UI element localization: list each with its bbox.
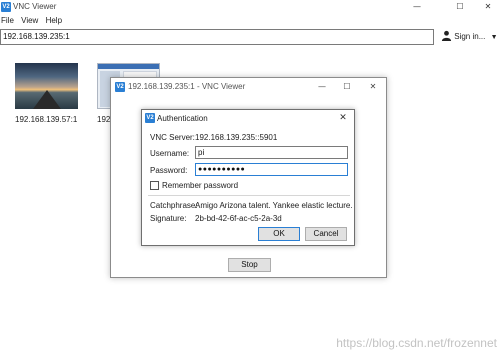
auth-titlebar: V2 Authentication ✕ bbox=[142, 110, 354, 127]
menu-help[interactable]: Help bbox=[46, 14, 62, 27]
remember-password-checkbox[interactable] bbox=[150, 181, 159, 190]
connection-window-titlebar: V2 192.168.139.235:1 - VNC Viewer — ☐ ✕ bbox=[111, 78, 386, 95]
minimize-icon[interactable]: — bbox=[312, 80, 332, 94]
sign-in-label: Sign in... bbox=[454, 32, 486, 41]
auth-title: Authentication bbox=[157, 114, 208, 123]
menu-file[interactable]: File bbox=[1, 14, 14, 27]
maximize-icon[interactable]: ☐ bbox=[337, 80, 357, 94]
vnc-logo-icon: V2 bbox=[145, 113, 155, 123]
thumbnail-label: 192.168.139.57:1 bbox=[15, 115, 78, 124]
main-titlebar: V2 VNC Viewer — ☐ ✕ bbox=[0, 0, 502, 14]
catchphrase-value: Amigo Arizona talent. Yankee elastic lec… bbox=[195, 201, 353, 210]
maximize-icon[interactable]: ☐ bbox=[448, 0, 472, 14]
signature-value: 2b-bd-42-6f-ac-c5-2a-3d bbox=[195, 214, 282, 223]
vnc-logo-icon: V2 bbox=[1, 2, 11, 12]
authentication-dialog: V2 Authentication ✕ VNC Server: 192.168.… bbox=[141, 109, 355, 246]
username-field[interactable]: pi bbox=[195, 146, 348, 159]
window-title: VNC Viewer bbox=[13, 2, 57, 11]
close-icon[interactable]: ✕ bbox=[476, 0, 500, 14]
menu-bar: File View Help bbox=[0, 14, 502, 27]
connection-thumbnail[interactable]: 192.168.139.57:1 bbox=[15, 63, 78, 124]
ok-button[interactable]: OK bbox=[258, 227, 300, 241]
watermark: https://blog.csdn.net/frozennet bbox=[336, 336, 497, 350]
menu-view[interactable]: View bbox=[21, 14, 38, 27]
connection-window-title: 192.168.139.235:1 - VNC Viewer bbox=[128, 82, 246, 91]
person-icon bbox=[441, 30, 452, 41]
signature-label: Signature: bbox=[150, 214, 187, 223]
divider bbox=[148, 195, 350, 196]
sign-in-button[interactable]: Sign in... ▼ bbox=[441, 29, 498, 45]
server-value: 192.168.139.235::5901 bbox=[195, 133, 278, 142]
chevron-down-icon: ▼ bbox=[490, 34, 498, 41]
catchphrase-label: Catchphrase: bbox=[150, 201, 198, 210]
close-icon[interactable]: ✕ bbox=[336, 112, 350, 125]
password-label: Password: bbox=[150, 166, 188, 175]
cancel-button[interactable]: Cancel bbox=[305, 227, 347, 241]
remember-password-label: Remember password bbox=[162, 181, 239, 190]
server-label: VNC Server: bbox=[150, 133, 195, 142]
stop-button[interactable]: Stop bbox=[228, 258, 271, 272]
address-input[interactable]: 192.168.139.235:1 bbox=[0, 29, 434, 45]
password-field[interactable]: ●●●●●●●●●● bbox=[195, 163, 348, 176]
username-label: Username: bbox=[150, 149, 190, 158]
vnc-logo-icon: V2 bbox=[115, 82, 125, 92]
close-icon[interactable]: ✕ bbox=[363, 80, 383, 94]
thumbnail-image bbox=[15, 63, 78, 109]
minimize-icon[interactable]: — bbox=[405, 0, 429, 14]
